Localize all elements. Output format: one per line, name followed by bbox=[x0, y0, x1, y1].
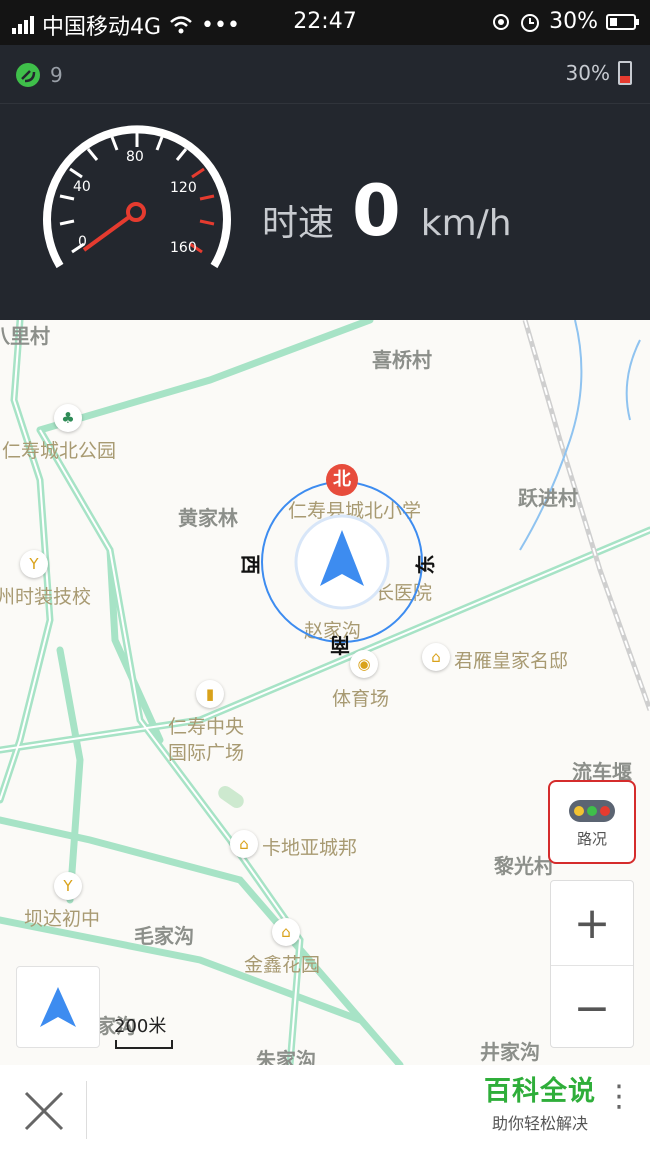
device-battery-percent: 30% bbox=[565, 61, 610, 85]
status-bar: 中国移动4G ••• 22:47 30% bbox=[0, 0, 650, 45]
gauge-tick-160: 160 bbox=[170, 240, 197, 256]
compass-east: 东 bbox=[413, 554, 438, 575]
alarm-icon bbox=[521, 13, 540, 32]
bottom-bar: 百科全说 助你轻松解决 ⋮ bbox=[0, 1065, 650, 1155]
map-scale: 200米 bbox=[114, 1012, 174, 1050]
gps-bar: 9 30% bbox=[0, 45, 650, 104]
device-battery-icon bbox=[618, 61, 632, 85]
traffic-toggle-button[interactable]: 路况 bbox=[548, 780, 636, 864]
locate-button[interactable] bbox=[16, 966, 100, 1048]
gauge-tick-40: 40 bbox=[73, 179, 91, 195]
brand-subtitle: 助你轻松解决 bbox=[491, 1114, 588, 1133]
map-label-park: 仁寿城北公园 bbox=[2, 440, 117, 462]
speed-value: 0 bbox=[352, 170, 401, 252]
device-battery: 30% bbox=[566, 61, 632, 85]
school-icon-bada[interactable]: Y bbox=[54, 872, 82, 900]
compass-ring bbox=[261, 481, 423, 643]
location-icon bbox=[493, 13, 510, 30]
more-menu-icon[interactable]: ⋮ bbox=[604, 1082, 634, 1112]
stadium-icon[interactable]: ◉ bbox=[350, 650, 378, 678]
compass-north: 北 bbox=[326, 464, 358, 496]
brand-title: 百科全说 bbox=[484, 1076, 596, 1107]
scale-label: 200米 bbox=[114, 1016, 167, 1037]
speedometer-gauge: 0 40 80 120 160 bbox=[43, 125, 231, 269]
satellite-status: 9 bbox=[14, 61, 63, 89]
speed-label: 时速 bbox=[262, 203, 335, 244]
building-icon-plaza[interactable]: ▮ bbox=[196, 680, 224, 708]
map-label-junyan: 君雁皇家名邸 bbox=[454, 650, 569, 672]
map-label-kadiya: 卡地亚城邦 bbox=[262, 837, 358, 859]
residence-icon-kadiya[interactable]: ⌂ bbox=[230, 830, 258, 858]
scale-bar bbox=[115, 1040, 173, 1049]
zoom-in-button[interactable]: + bbox=[551, 881, 633, 965]
map-label-tech-school: 州时装技校 bbox=[0, 586, 92, 608]
map-label-yuejin: 跃进村 bbox=[518, 486, 578, 510]
map-label-bada: 坝达初中 bbox=[24, 908, 101, 930]
school-icon[interactable]: Y bbox=[20, 550, 48, 578]
satellite-count: 9 bbox=[50, 63, 63, 87]
battery-icon bbox=[606, 13, 639, 30]
close-icon[interactable] bbox=[20, 1087, 68, 1135]
speed-readout: 时速 0 km/h bbox=[262, 176, 512, 246]
map-label-huangjialin: 黄家林 bbox=[178, 506, 238, 530]
status-right: 30% bbox=[491, 9, 639, 34]
compass-west: 西 bbox=[238, 554, 263, 575]
park-icon[interactable]: ♣ bbox=[54, 404, 82, 432]
residence-icon-jinxin[interactable]: ⌂ bbox=[272, 918, 300, 946]
map-label-maojiagou: 毛家沟 bbox=[134, 924, 194, 948]
navigation-arrow-icon bbox=[40, 987, 76, 1027]
map-label-stadium: 体育场 bbox=[332, 688, 390, 710]
map-label-balicun: 八里村 bbox=[0, 324, 50, 348]
map-label-jinxin: 金鑫花园 bbox=[244, 954, 321, 976]
map-label-plaza-1: 仁寿中央 bbox=[168, 716, 245, 738]
map-label-plaza-2: 国际广场 bbox=[168, 742, 245, 764]
map-label-liguang: 黎光村 bbox=[494, 854, 554, 878]
map-label-xiqiao: 喜桥村 bbox=[372, 348, 432, 372]
gauge-tick-120: 120 bbox=[170, 180, 197, 196]
map-label-bottom-right: 井家沟 bbox=[480, 1040, 540, 1064]
bottom-divider bbox=[86, 1081, 87, 1139]
compass-south: 南 bbox=[330, 633, 350, 657]
gauge-tick-80: 80 bbox=[126, 149, 144, 165]
traffic-label: 路况 bbox=[576, 830, 607, 848]
speed-unit: km/h bbox=[420, 203, 512, 244]
map-label-zhujiagou: 朱家沟 bbox=[256, 1048, 316, 1065]
speed-panel: 0 40 80 120 160 时速 0 km/h bbox=[0, 104, 650, 320]
satellite-icon bbox=[16, 63, 40, 87]
brand-watermark: 百科全说 助你轻松解决 bbox=[484, 1069, 596, 1134]
traffic-light-icon bbox=[569, 800, 615, 822]
zoom-controls: + − bbox=[550, 880, 634, 1048]
battery-percent: 30% bbox=[549, 9, 598, 34]
zoom-out-button[interactable]: − bbox=[551, 965, 633, 1050]
